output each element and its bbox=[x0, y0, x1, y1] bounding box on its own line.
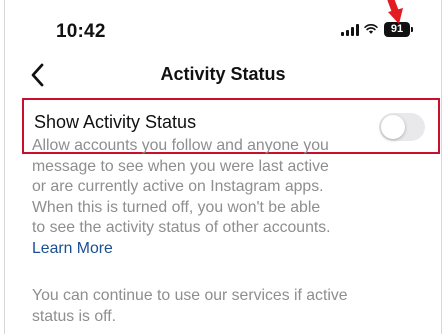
nav-bar: Activity Status bbox=[0, 58, 446, 92]
learn-more-link[interactable]: Learn More bbox=[32, 240, 113, 257]
activity-status-screen: 10:42 91 Activity Status Show Activity S… bbox=[0, 0, 446, 334]
activity-status-toggle[interactable] bbox=[379, 113, 425, 141]
toggle-knob bbox=[381, 115, 405, 139]
footer-note: You can continue to use our services if … bbox=[32, 287, 348, 325]
annotation-arrow-icon bbox=[387, 0, 403, 24]
page-title: Activity Status bbox=[160, 64, 286, 84]
status-time: 10:42 bbox=[56, 21, 106, 42]
description-text: Allow accounts you follow and anyone you… bbox=[32, 137, 331, 236]
show-activity-status-label: Show Activity Status bbox=[34, 112, 197, 132]
activity-status-description: Allow accounts you follow and anyone you… bbox=[32, 136, 332, 259]
status-bar: 10:42 91 bbox=[0, 0, 446, 60]
